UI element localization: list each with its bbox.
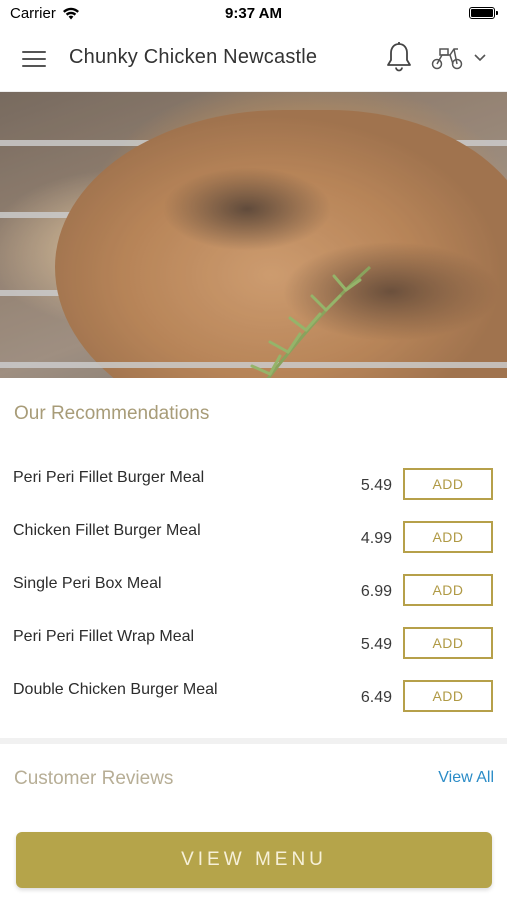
item-price: 4.99 <box>360 530 392 547</box>
item-name: Single Peri Box Meal <box>13 575 162 592</box>
hamburger-menu-icon[interactable] <box>22 48 48 68</box>
list-item: Single Peri Box Meal 6.99 ADD <box>0 561 507 614</box>
reviews-heading: Customer Reviews <box>14 768 174 789</box>
list-item: Chicken Fillet Burger Meal 4.99 ADD <box>0 508 507 561</box>
item-price: 6.99 <box>360 583 392 600</box>
restaurant-title: Chunky Chicken Newcastle <box>69 46 318 68</box>
wifi-icon <box>62 7 79 19</box>
top-nav-bar: Chunky Chicken Newcastle <box>0 26 507 92</box>
list-item: Peri Peri Fillet Wrap Meal 5.49 ADD <box>0 614 507 667</box>
section-divider <box>0 738 507 744</box>
add-button[interactable]: ADD <box>403 627 493 659</box>
item-name: Peri Peri Fillet Burger Meal <box>13 469 205 486</box>
list-item: Double Chicken Burger Meal 6.49 ADD <box>0 667 507 720</box>
item-name: Double Chicken Burger Meal <box>13 681 218 698</box>
battery-icon <box>469 7 498 19</box>
item-name: Chicken Fillet Burger Meal <box>13 522 201 539</box>
item-name: Peri Peri Fillet Wrap Meal <box>13 628 195 645</box>
item-price: 5.49 <box>360 477 392 494</box>
add-button[interactable]: ADD <box>403 468 493 500</box>
chevron-down-icon[interactable] <box>472 52 488 64</box>
item-price: 6.49 <box>360 689 392 706</box>
add-button[interactable]: ADD <box>403 680 493 712</box>
status-bar: Carrier 9:37 AM <box>0 0 507 26</box>
item-price: 5.49 <box>360 636 392 653</box>
bell-icon[interactable] <box>384 41 414 73</box>
scooter-icon[interactable] <box>430 45 464 71</box>
add-button[interactable]: ADD <box>403 574 493 606</box>
recommendations-heading: Our Recommendations <box>14 403 210 424</box>
add-button[interactable]: ADD <box>403 521 493 553</box>
hero-food-image <box>0 92 507 378</box>
list-item: Peri Peri Fillet Burger Meal 5.49 ADD <box>0 455 507 508</box>
view-menu-button[interactable]: VIEW MENU <box>16 832 492 888</box>
view-all-reviews-link[interactable]: View All <box>438 769 494 787</box>
carrier-label: Carrier <box>10 4 56 22</box>
status-left: Carrier <box>10 5 80 22</box>
